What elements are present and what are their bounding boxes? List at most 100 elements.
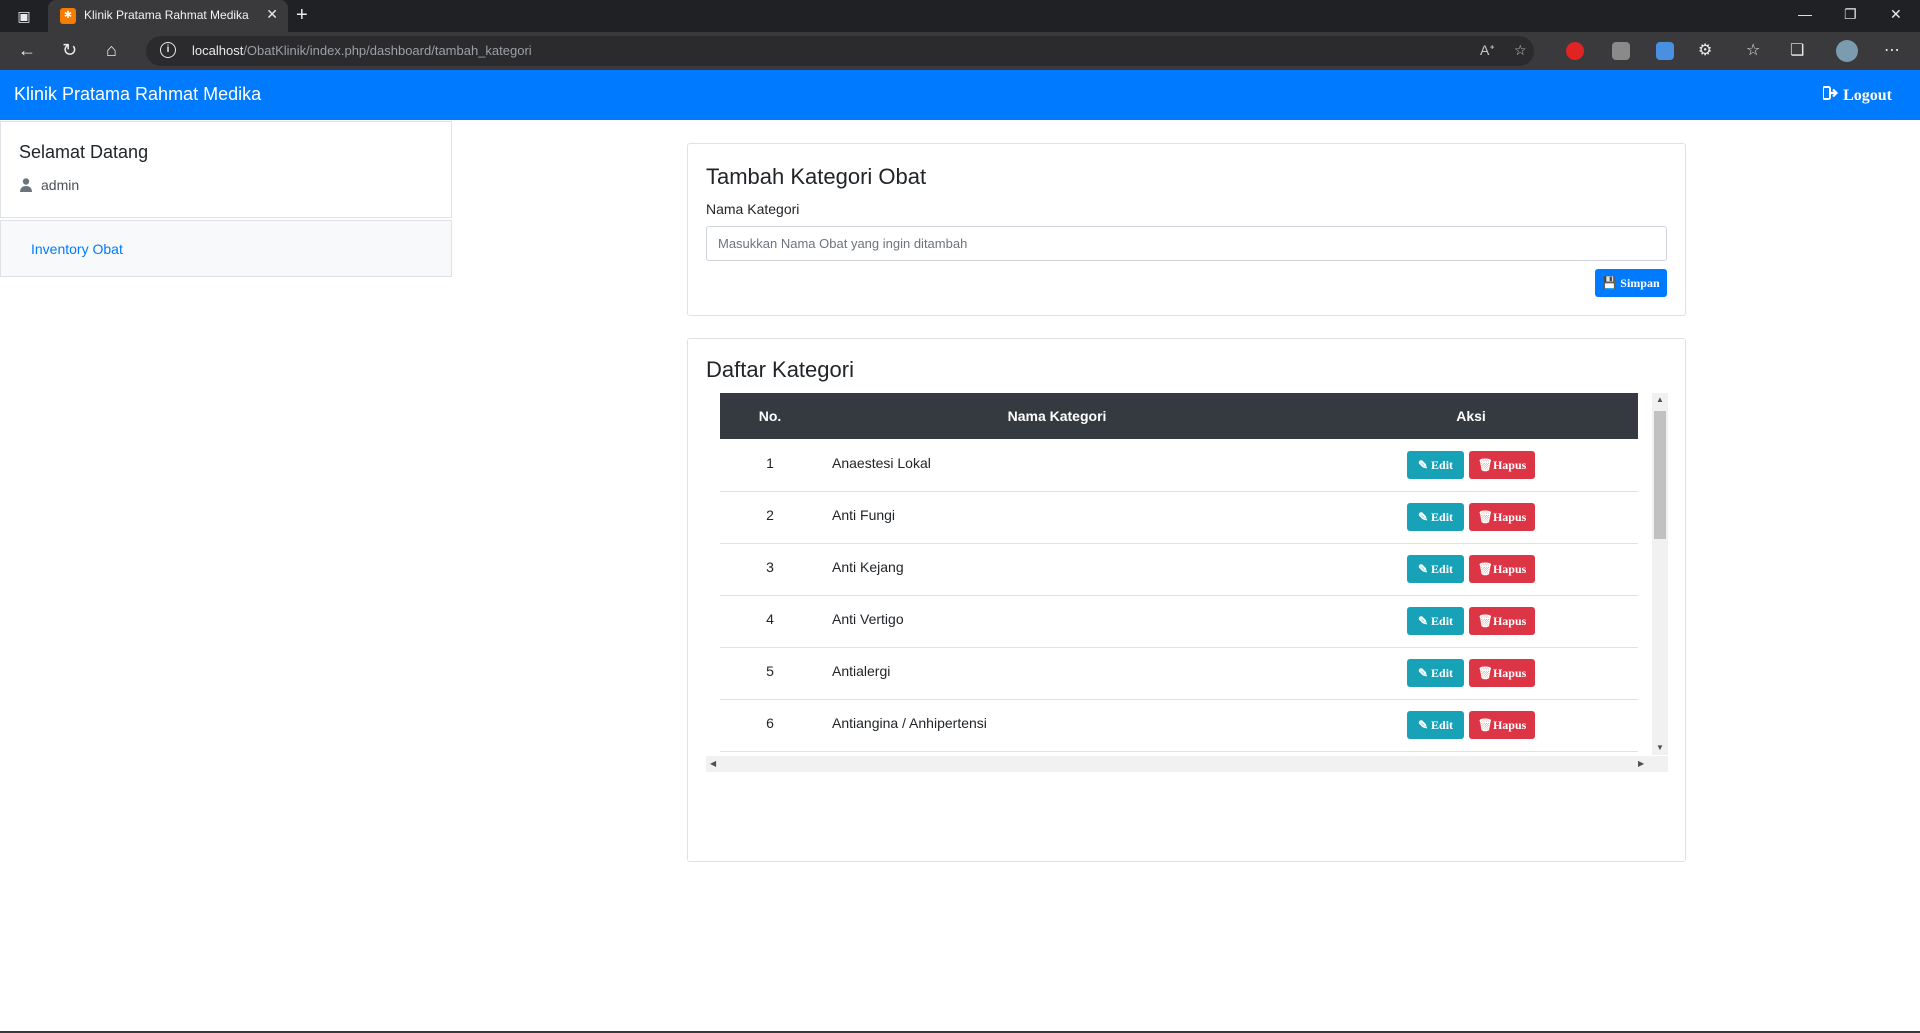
- tab-actions-icon[interactable]: ▣: [14, 6, 34, 26]
- row-number: 2: [766, 507, 774, 523]
- category-name-label: Nama Kategori: [706, 201, 800, 217]
- edit-icon: ✎: [1417, 718, 1429, 732]
- delete-button[interactable]: 🗑Hapus: [1469, 555, 1535, 583]
- username: admin: [41, 177, 80, 193]
- edit-icon: ✎: [1417, 510, 1429, 524]
- delete-button[interactable]: 🗑Hapus: [1469, 711, 1535, 739]
- category-list-card: Daftar Kategori No. Nama Kategori Aksi 1…: [687, 338, 1686, 862]
- header-action: Aksi: [1456, 408, 1486, 424]
- category-name-input[interactable]: [706, 226, 1667, 261]
- read-aloud-icon[interactable]: Aᐩ: [1480, 42, 1495, 59]
- delete-button[interactable]: 🗑Hapus: [1469, 451, 1535, 479]
- edit-icon: ✎: [1417, 458, 1429, 472]
- minimize-icon[interactable]: —: [1798, 6, 1812, 22]
- trash-icon: 🗑: [1477, 718, 1493, 732]
- horizontal-scrollbar[interactable]: ◀ ▶: [706, 756, 1668, 772]
- header-no: No.: [758, 408, 782, 424]
- delete-label: Hapus: [1492, 718, 1527, 732]
- trash-icon: 🗑: [1477, 458, 1493, 472]
- edit-button[interactable]: ✎ Edit: [1407, 607, 1464, 635]
- trash-icon: 🗑: [1477, 666, 1493, 680]
- row-number: 5: [766, 663, 774, 679]
- delete-label: Hapus: [1492, 562, 1527, 576]
- edit-icon: ✎: [1417, 666, 1429, 680]
- list-title: Daftar Kategori: [706, 357, 854, 382]
- delete-button[interactable]: 🗑Hapus: [1469, 659, 1535, 687]
- save-button[interactable]: 💾 Simpan: [1595, 269, 1667, 297]
- favorites-icon[interactable]: ☆: [1746, 40, 1760, 60]
- address-bar[interactable]: i localhost/ObatKlinik/index.php/dashboa…: [146, 36, 1534, 66]
- window-close-icon[interactable]: ✕: [1890, 6, 1902, 23]
- table-scroll-container[interactable]: No. Nama Kategori Aksi 1 Anaestesi Lokal ✎…: [706, 393, 1668, 772]
- row-category-name: Anti Vertigo: [832, 611, 904, 627]
- url-text[interactable]: localhost/ObatKlinik/index.php/dashboard…: [192, 43, 532, 58]
- table-row: 6 Antiangina / Anhipertensi ✎ Edit 🗑Hapus: [720, 699, 1638, 752]
- table-row: 4 Anti Vertigo ✎ Edit 🗑Hapus: [720, 595, 1638, 648]
- favorite-add-icon[interactable]: ☆: [1514, 42, 1527, 59]
- tab-close-icon[interactable]: ✕: [266, 6, 278, 23]
- table-row: 3 Anti Kejang ✎ Edit 🗑Hapus: [720, 543, 1638, 596]
- profile-avatar[interactable]: [1836, 40, 1858, 62]
- form-title: Tambah Kategori Obat: [706, 164, 927, 189]
- scroll-thumb[interactable]: [1654, 411, 1666, 539]
- row-category-name: Anti Fungi: [832, 507, 896, 523]
- sign-out-icon: [1822, 86, 1839, 105]
- delete-label: Hapus: [1492, 458, 1527, 472]
- top-navbar: Klinik Pratama Rahmat Medika Logout: [0, 70, 1920, 120]
- delete-button[interactable]: 🗑Hapus: [1469, 503, 1535, 531]
- sidebar-menu: Inventory Obat: [0, 220, 452, 277]
- row-category-name: Antiangina / Anhipertensi: [832, 715, 987, 731]
- extension-icon[interactable]: [1656, 42, 1674, 60]
- edit-label: Edit: [1431, 666, 1454, 680]
- trash-icon: 🗑: [1477, 510, 1493, 524]
- back-icon[interactable]: ←: [18, 40, 36, 61]
- trash-icon: 🗑: [1477, 614, 1493, 628]
- scroll-down-icon[interactable]: ▼: [1656, 743, 1664, 752]
- edit-button[interactable]: ✎ Edit: [1407, 555, 1464, 583]
- more-menu-icon[interactable]: ⋯: [1884, 40, 1900, 60]
- welcome-card: Selamat Datang admin: [0, 121, 452, 218]
- home-icon[interactable]: ⌂: [106, 40, 117, 61]
- edit-label: Edit: [1431, 458, 1454, 472]
- row-category-name: Antialergi: [832, 663, 891, 679]
- edit-label: Edit: [1431, 510, 1454, 524]
- user-icon: [20, 178, 32, 192]
- table-row: 1 Anaestesi Lokal ✎ Edit 🗑Hapus: [720, 439, 1638, 492]
- site-info-icon[interactable]: i: [160, 42, 176, 58]
- extensions-icon[interactable]: ⚙: [1698, 40, 1712, 60]
- edit-button[interactable]: ✎ Edit: [1407, 451, 1464, 479]
- header-name: Nama Kategori: [1007, 408, 1107, 424]
- row-number: 1: [766, 455, 774, 471]
- delete-label: Hapus: [1492, 510, 1527, 524]
- edit-label: Edit: [1431, 614, 1454, 628]
- reload-icon[interactable]: ↻: [62, 40, 77, 61]
- edit-button[interactable]: ✎ Edit: [1407, 503, 1464, 531]
- extension-icon[interactable]: [1566, 42, 1584, 60]
- row-category-name: Anti Kejang: [832, 559, 904, 575]
- delete-label: Hapus: [1492, 614, 1527, 628]
- sidebar-item-inventory-obat[interactable]: Inventory Obat: [31, 241, 123, 257]
- trash-icon: 🗑: [1477, 562, 1493, 576]
- navbar-brand[interactable]: Klinik Pratama Rahmat Medika: [14, 84, 261, 105]
- delete-button[interactable]: 🗑Hapus: [1469, 607, 1535, 635]
- edit-button[interactable]: ✎ Edit: [1407, 711, 1464, 739]
- scroll-up-icon[interactable]: ▲: [1656, 395, 1664, 404]
- new-tab-icon[interactable]: +: [296, 4, 308, 27]
- scroll-right-icon[interactable]: ▶: [1638, 759, 1644, 768]
- extension-icon[interactable]: [1612, 42, 1630, 60]
- collections-icon[interactable]: ❏: [1790, 40, 1804, 60]
- browser-tab-bar: ▣ ✱ Klinik Pratama Rahmat Medika ✕ + — ❐…: [0, 0, 1920, 32]
- scroll-left-icon[interactable]: ◀: [710, 759, 716, 768]
- row-number: 3: [766, 559, 774, 575]
- add-category-card: Tambah Kategori Obat Nama Kategori 💾 Sim…: [687, 143, 1686, 316]
- welcome-heading: Selamat Datang: [19, 142, 149, 162]
- edit-button[interactable]: ✎ Edit: [1407, 659, 1464, 687]
- tab-title: Klinik Pratama Rahmat Medika: [84, 8, 249, 22]
- browser-tab[interactable]: ✱ Klinik Pratama Rahmat Medika ✕: [48, 0, 288, 32]
- logout-button[interactable]: Logout: [1822, 86, 1892, 105]
- row-category-name: Anaestesi Lokal: [832, 455, 931, 471]
- restore-icon[interactable]: ❐: [1844, 6, 1857, 23]
- edit-label: Edit: [1431, 562, 1454, 576]
- vertical-scrollbar[interactable]: ▲ ▼: [1652, 393, 1668, 755]
- delete-label: Hapus: [1492, 666, 1527, 680]
